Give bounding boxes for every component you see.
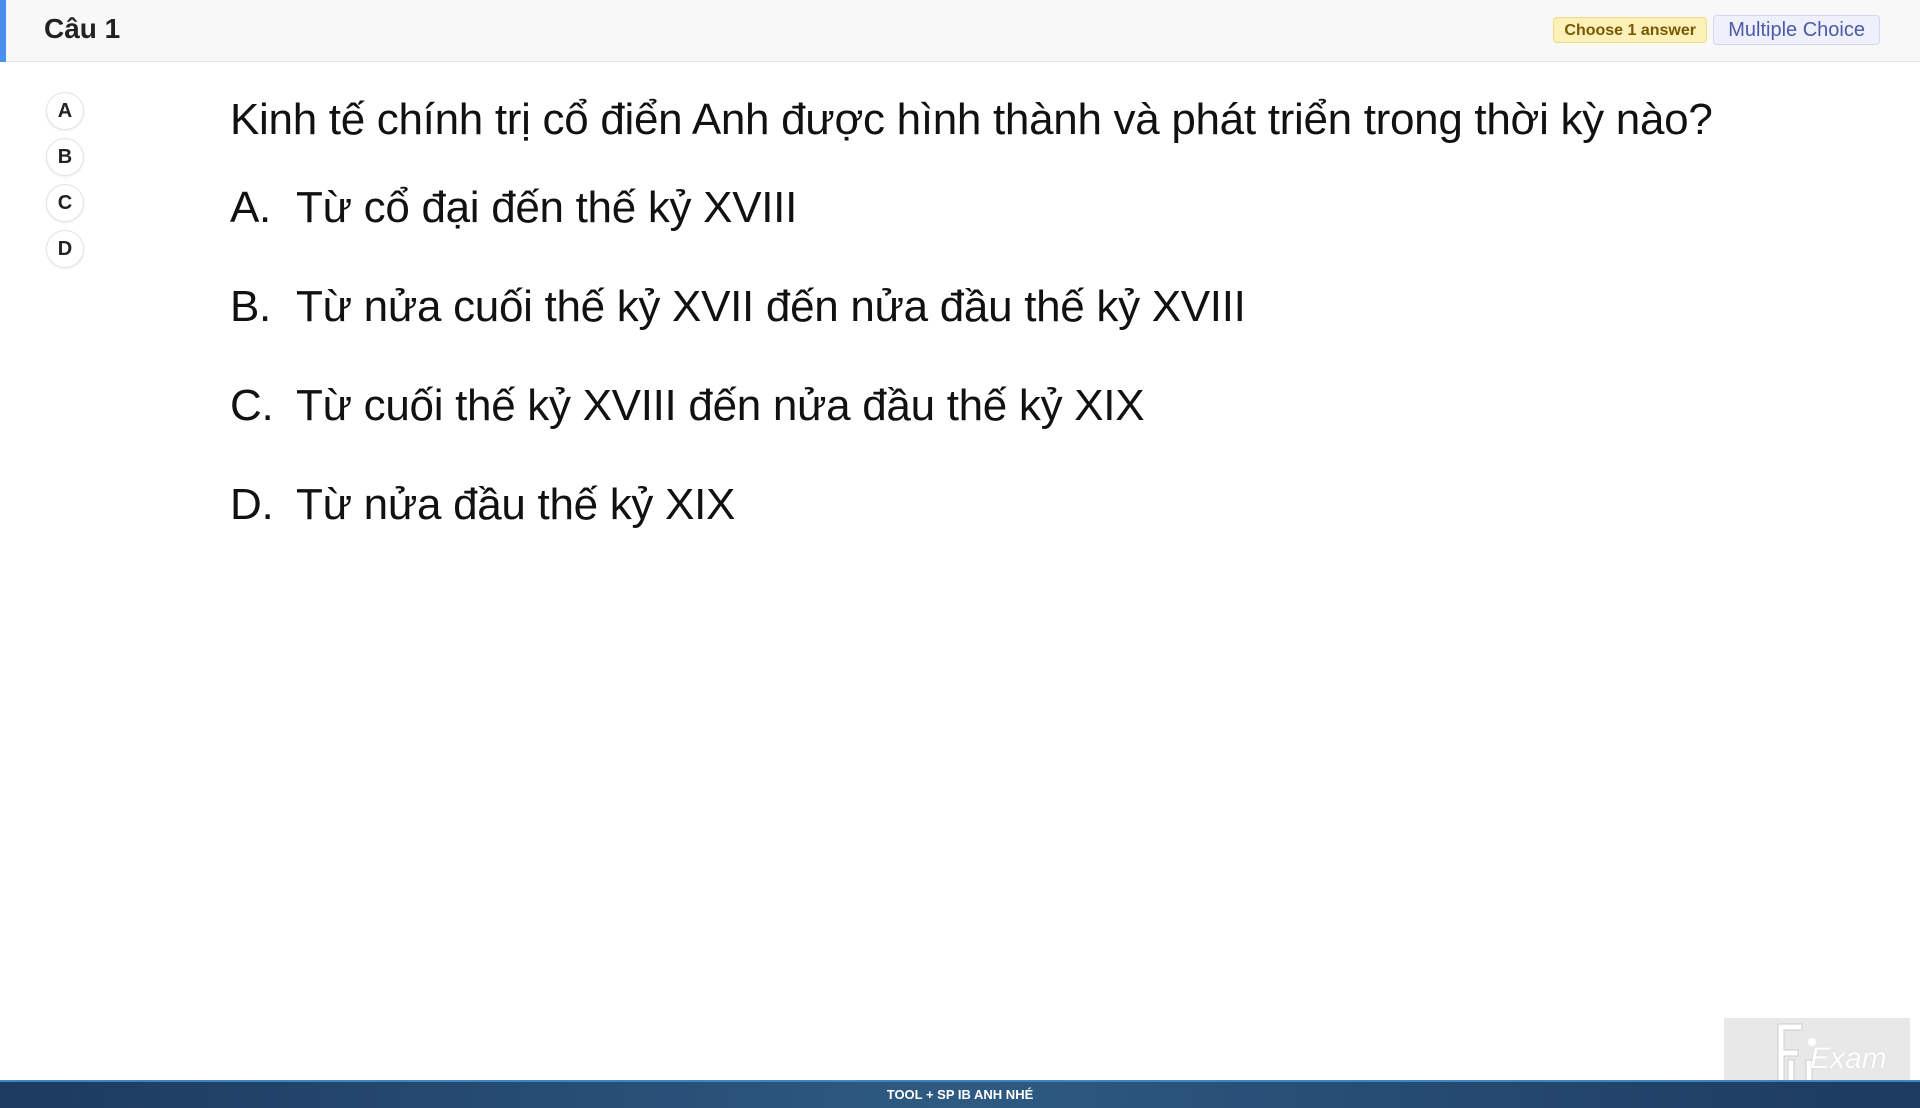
option-a-button[interactable]: A <box>46 92 84 130</box>
answer-letter: A. <box>230 183 271 232</box>
answer-letter: C. <box>230 381 274 430</box>
answer-row-a: A. Từ cổ đại đến thế kỷ XVIII <box>230 183 1870 282</box>
question-type-badge: Multiple Choice <box>1713 15 1880 45</box>
answer-row-b: B. Từ nửa cuối thế kỷ XVII đến nửa đầu th… <box>230 282 1870 381</box>
option-d-button[interactable]: D <box>46 230 84 268</box>
answer-letter: D. <box>230 480 274 529</box>
answer-text: Từ cổ đại đến thế kỷ XVIII <box>296 183 798 232</box>
answer-text: Từ nửa cuối thế kỷ XVII đến nửa đầu thế … <box>296 282 1246 331</box>
answer-row-d: D. Từ nửa đầu thế kỷ XIX <box>230 480 1870 579</box>
question-header: Câu 1 Choose 1 answer Multiple Choice <box>0 0 1920 62</box>
question-text: Kinh tế chính trị cổ điển Anh được hình … <box>230 95 1713 144</box>
answer-text: Từ cuối thế kỷ XVIII đến nửa đầu thế kỷ … <box>296 381 1145 430</box>
option-c-button[interactable]: C <box>46 184 84 222</box>
choose-count-badge: Choose 1 answer <box>1553 17 1707 43</box>
question-number-title: Câu 1 <box>44 13 121 44</box>
watermark-logo-text: Exam <box>1810 1042 1887 1075</box>
answer-options-list: A B C D <box>46 92 86 276</box>
footer-bar: TOOL + SP IB ANH NHÉ <box>0 1080 1920 1108</box>
answer-row-c: C. Từ cuối thế kỷ XVIII đến nửa đầu thế k… <box>230 381 1870 480</box>
header-accent-bar <box>0 0 6 62</box>
answer-letter: B. <box>230 282 271 331</box>
footer-text: TOOL + SP IB ANH NHÉ <box>886 1087 1034 1102</box>
quiz-page: Câu 1 Choose 1 answer Multiple Choice A … <box>0 0 1920 1108</box>
question-image: Kinh tế chính trị cổ điển Anh được hình … <box>230 95 1870 579</box>
answer-text: Từ nửa đầu thế kỷ XIX <box>296 480 736 529</box>
option-b-button[interactable]: B <box>46 138 84 176</box>
